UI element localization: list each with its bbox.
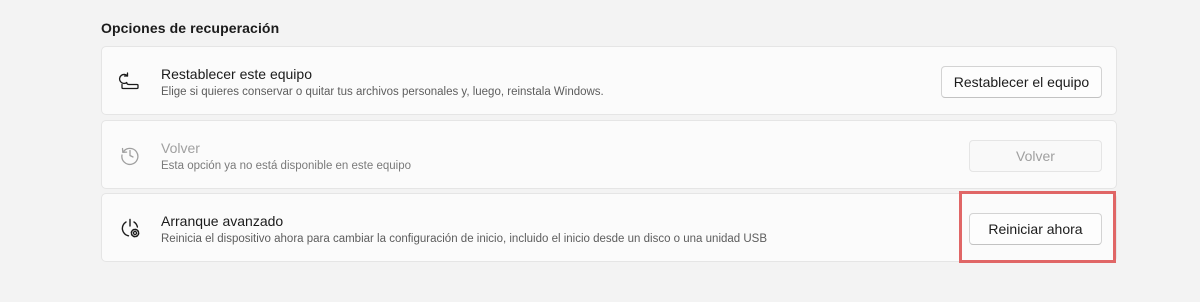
section-title: Opciones de recuperación: [101, 20, 280, 36]
advanced-startup-title: Arranque avanzado: [161, 213, 284, 229]
reset-pc-icon: [118, 69, 142, 93]
go-back-title: Volver: [161, 140, 200, 156]
advanced-startup-card: Arranque avanzado Reinicia el dispositiv…: [101, 193, 1117, 262]
go-back-card: Volver Esta opción ya no está disponible…: [101, 120, 1117, 189]
go-back-button: Volver: [969, 140, 1102, 172]
reset-pc-description: Elige si quieres conservar o quitar tus …: [161, 86, 604, 98]
go-back-description: Esta opción ya no está disponible en est…: [161, 160, 411, 172]
history-icon: [118, 143, 142, 167]
reset-pc-title: Restablecer este equipo: [161, 66, 312, 82]
restart-now-button[interactable]: Reiniciar ahora: [969, 213, 1102, 245]
advanced-startup-icon: [118, 216, 142, 240]
reset-pc-card: Restablecer este equipo Elige si quieres…: [101, 46, 1117, 115]
reset-pc-button[interactable]: Restablecer el equipo: [941, 66, 1102, 98]
advanced-startup-description: Reinicia el dispositivo ahora para cambi…: [161, 233, 768, 245]
cutoff-text: [160, 292, 250, 302]
